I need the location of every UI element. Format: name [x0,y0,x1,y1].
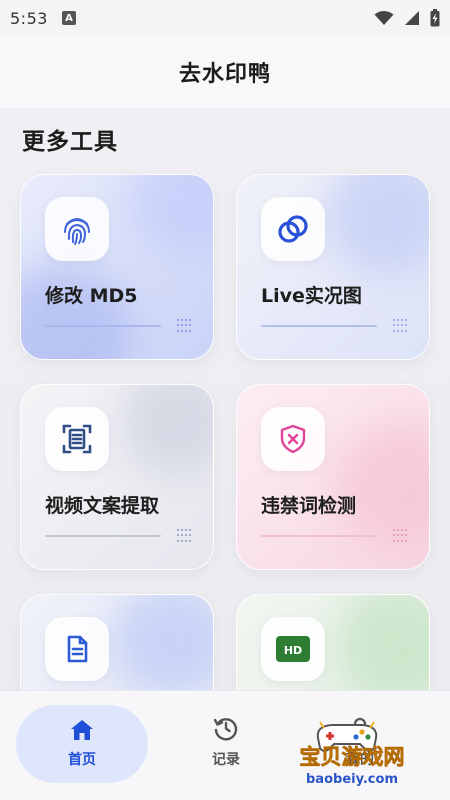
tool-label: 修改 MD5 [45,285,138,307]
fingerprint-icon-box [45,197,109,261]
tool-card-md5[interactable]: 修改 MD5 [20,174,214,360]
nav-history-label: 记录 [212,752,240,768]
tool-card-hd[interactable]: HD [236,594,430,690]
dots-decoration [177,529,191,543]
signal-icon [405,11,419,25]
shield-x-icon [280,424,306,454]
bottom-nav: 首页 记录 我的 [0,690,450,800]
tool-card-video-text[interactable]: 视频文案提取 [20,384,214,570]
status-icons [374,9,440,27]
linked-circles-icon [278,215,308,243]
dots-decoration [393,529,407,543]
nav-home-label: 首页 [68,752,96,768]
document-icon-box [45,617,109,681]
wifi-icon [374,11,394,25]
text-scan-icon-box [45,407,109,471]
text-scan-icon [62,424,92,454]
card-divider [261,535,377,537]
tool-label: 视频文案提取 [45,495,160,517]
status-time: 5:53 [10,8,48,28]
tool-card-banned-words[interactable]: 违禁词检测 [236,384,430,570]
tool-card-document[interactable] [20,594,214,690]
section-title: 更多工具 [22,129,118,155]
nav-history[interactable]: 记录 [196,715,256,769]
dots-decoration [393,319,407,333]
nav-profile-label: 我的 [346,752,374,768]
app-title: 去水印鸭 [178,62,271,87]
svg-text:HD: HD [284,644,302,657]
history-icon [213,718,238,741]
tool-label: 违禁词检测 [261,495,357,517]
dots-decoration [177,319,191,333]
shield-x-icon-box [261,407,325,471]
app-header: 去水印鸭 [0,36,450,108]
status-bar: 5:53 A [0,0,450,36]
card-divider [45,325,161,327]
nav-home[interactable]: 首页 [16,705,148,783]
tool-card-live[interactable]: Live实况图 [236,174,430,360]
tools-content[interactable]: 更多工具 修改 MD5 Live实况图 视频文案提取 违禁词检测 HD [0,108,450,690]
tool-label: Live实况图 [261,285,362,307]
card-divider [45,535,161,537]
notification-icon: A [61,11,76,25]
hd-badge-icon: HD [276,636,310,662]
fingerprint-icon [64,218,90,245]
card-divider [261,325,377,327]
home-icon [71,720,93,740]
hd-badge-icon-box: HD [261,617,325,681]
profile-icon [349,717,371,740]
document-icon [67,635,88,663]
nav-profile[interactable]: 我的 [330,715,390,769]
battery-icon [430,9,440,27]
linked-circles-icon-box [261,197,325,261]
